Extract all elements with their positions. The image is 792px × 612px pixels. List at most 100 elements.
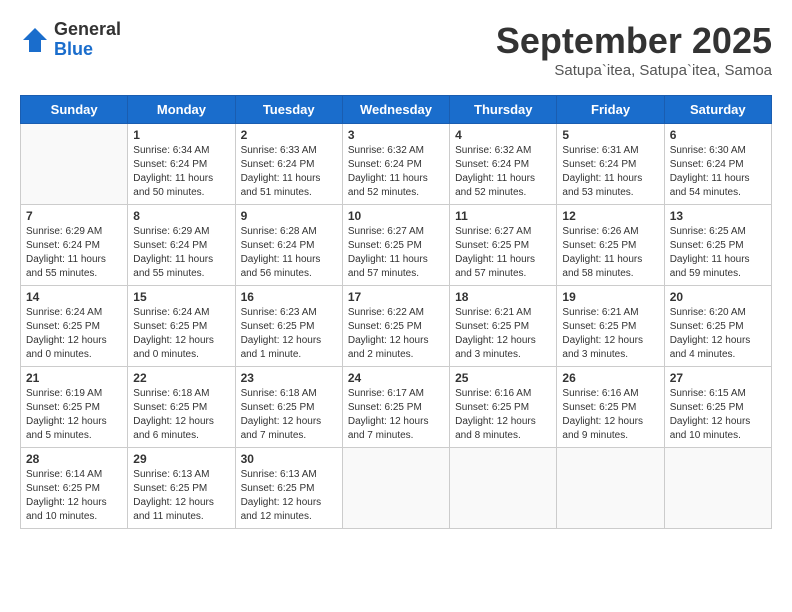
day-number: 17 [348,290,444,304]
calendar-cell: 22 Sunrise: 6:18 AMSunset: 6:25 PMDayligh… [128,367,235,448]
calendar-cell: 21 Sunrise: 6:19 AMSunset: 6:25 PMDayligh… [21,367,128,448]
day-number: 22 [133,371,229,385]
day-info: Sunrise: 6:34 AMSunset: 6:24 PMDaylight:… [133,144,229,200]
day-info: Sunrise: 6:16 AMSunset: 6:25 PMDaylight:… [562,387,658,443]
calendar-subtitle: Satupa`itea, Satupa`itea, Samoa [496,62,772,79]
calendar-cell: 20 Sunrise: 6:20 AMSunset: 6:25 PMDayligh… [664,286,771,367]
calendar-cell: 5 Sunrise: 6:31 AMSunset: 6:24 PMDaylight… [557,124,664,205]
day-number: 7 [26,209,122,223]
calendar-cell: 29Sunrise: 6:13 AMSunset: 6:25 PMDayligh… [128,448,235,529]
day-info: Sunrise: 6:29 AMSunset: 6:24 PMDaylight:… [26,225,122,281]
title-block: September 2025 Satupa`itea, Satupa`itea,… [496,20,772,79]
calendar-week-row: 7 Sunrise: 6:29 AMSunset: 6:24 PMDaylight… [21,205,772,286]
day-number: 8 [133,209,229,223]
day-info: Sunrise: 6:16 AMSunset: 6:25 PMDaylight:… [455,387,551,443]
day-info: Sunrise: 6:30 AMSunset: 6:24 PMDaylight:… [670,144,766,200]
day-number: 18 [455,290,551,304]
calendar-title: September 2025 [496,20,772,62]
day-number: 15 [133,290,229,304]
day-info: Sunrise: 6:24 AMSunset: 6:25 PMDaylight:… [133,306,229,362]
day-info: Sunrise: 6:19 AMSunset: 6:25 PMDaylight:… [26,387,122,443]
calendar-cell: 11 Sunrise: 6:27 AMSunset: 6:25 PMDayligh… [450,205,557,286]
calendar-table: SundayMondayTuesdayWednesdayThursdayFrid… [20,95,772,529]
day-header-wednesday: Wednesday [342,96,449,124]
day-info: Sunrise: 6:13 AMSunset: 6:25 PMDaylight:… [241,468,337,524]
day-info: Sunrise: 6:27 AMSunset: 6:25 PMDaylight:… [348,225,444,281]
calendar-cell: 24 Sunrise: 6:17 AMSunset: 6:25 PMDayligh… [342,367,449,448]
calendar-header-row: SundayMondayTuesdayWednesdayThursdayFrid… [21,96,772,124]
day-info: Sunrise: 6:32 AMSunset: 6:24 PMDaylight:… [455,144,551,200]
day-number: 26 [562,371,658,385]
page-header: General Blue September 2025 Satupa`itea,… [20,20,772,79]
calendar-cell: 10 Sunrise: 6:27 AMSunset: 6:25 PMDayligh… [342,205,449,286]
day-info: Sunrise: 6:31 AMSunset: 6:24 PMDaylight:… [562,144,658,200]
calendar-cell: 23 Sunrise: 6:18 AMSunset: 6:25 PMDayligh… [235,367,342,448]
calendar-cell: 7 Sunrise: 6:29 AMSunset: 6:24 PMDaylight… [21,205,128,286]
day-number: 4 [455,128,551,142]
calendar-week-row: 1 Sunrise: 6:34 AMSunset: 6:24 PMDaylight… [21,124,772,205]
logo-icon [20,25,50,55]
calendar-cell: 3 Sunrise: 6:32 AMSunset: 6:24 PMDaylight… [342,124,449,205]
day-header-saturday: Saturday [664,96,771,124]
day-number: 30 [241,452,337,466]
day-info: Sunrise: 6:15 AMSunset: 6:25 PMDaylight:… [670,387,766,443]
calendar-cell: 13Sunrise: 6:25 AMSunset: 6:25 PMDayligh… [664,205,771,286]
day-info: Sunrise: 6:27 AMSunset: 6:25 PMDaylight:… [455,225,551,281]
day-header-friday: Friday [557,96,664,124]
calendar-cell: 28Sunrise: 6:14 AMSunset: 6:25 PMDayligh… [21,448,128,529]
day-number: 6 [670,128,766,142]
day-number: 19 [562,290,658,304]
day-number: 14 [26,290,122,304]
day-number: 16 [241,290,337,304]
day-info: Sunrise: 6:13 AMSunset: 6:25 PMDaylight:… [133,468,229,524]
calendar-cell: 8 Sunrise: 6:29 AMSunset: 6:24 PMDaylight… [128,205,235,286]
calendar-cell: 12 Sunrise: 6:26 AMSunset: 6:25 PMDayligh… [557,205,664,286]
calendar-cell: 14 Sunrise: 6:24 AMSunset: 6:25 PMDayligh… [21,286,128,367]
day-number: 23 [241,371,337,385]
calendar-week-row: 14 Sunrise: 6:24 AMSunset: 6:25 PMDayligh… [21,286,772,367]
day-info: Sunrise: 6:14 AMSunset: 6:25 PMDaylight:… [26,468,122,524]
day-info: Sunrise: 6:17 AMSunset: 6:25 PMDaylight:… [348,387,444,443]
day-number: 25 [455,371,551,385]
day-number: 1 [133,128,229,142]
day-number: 12 [562,209,658,223]
calendar-cell: 17Sunrise: 6:22 AMSunset: 6:25 PMDayligh… [342,286,449,367]
calendar-cell: 26 Sunrise: 6:16 AMSunset: 6:25 PMDayligh… [557,367,664,448]
day-info: Sunrise: 6:18 AMSunset: 6:25 PMDaylight:… [241,387,337,443]
day-header-monday: Monday [128,96,235,124]
day-info: Sunrise: 6:25 AMSunset: 6:25 PMDaylight:… [670,225,766,281]
logo-blue: Blue [54,40,121,60]
day-info: Sunrise: 6:21 AMSunset: 6:25 PMDaylight:… [455,306,551,362]
day-info: Sunrise: 6:23 AMSunset: 6:25 PMDaylight:… [241,306,337,362]
day-info: Sunrise: 6:18 AMSunset: 6:25 PMDaylight:… [133,387,229,443]
calendar-cell: 16 Sunrise: 6:23 AMSunset: 6:25 PMDayligh… [235,286,342,367]
calendar-cell [21,124,128,205]
day-number: 21 [26,371,122,385]
day-info: Sunrise: 6:24 AMSunset: 6:25 PMDaylight:… [26,306,122,362]
day-number: 3 [348,128,444,142]
day-info: Sunrise: 6:33 AMSunset: 6:24 PMDaylight:… [241,144,337,200]
calendar-cell: 4 Sunrise: 6:32 AMSunset: 6:24 PMDaylight… [450,124,557,205]
day-info: Sunrise: 6:32 AMSunset: 6:24 PMDaylight:… [348,144,444,200]
calendar-cell: 15 Sunrise: 6:24 AMSunset: 6:25 PMDayligh… [128,286,235,367]
logo-text: General Blue [54,20,121,60]
day-number: 27 [670,371,766,385]
day-info: Sunrise: 6:28 AMSunset: 6:24 PMDaylight:… [241,225,337,281]
day-header-tuesday: Tuesday [235,96,342,124]
day-info: Sunrise: 6:26 AMSunset: 6:25 PMDaylight:… [562,225,658,281]
day-number: 20 [670,290,766,304]
day-number: 9 [241,209,337,223]
calendar-cell [342,448,449,529]
calendar-cell: 19 Sunrise: 6:21 AMSunset: 6:25 PMDayligh… [557,286,664,367]
calendar-cell: 2Sunrise: 6:33 AMSunset: 6:24 PMDaylight… [235,124,342,205]
day-number: 10 [348,209,444,223]
day-info: Sunrise: 6:29 AMSunset: 6:24 PMDaylight:… [133,225,229,281]
day-info: Sunrise: 6:20 AMSunset: 6:25 PMDaylight:… [670,306,766,362]
calendar-week-row: 21 Sunrise: 6:19 AMSunset: 6:25 PMDayligh… [21,367,772,448]
calendar-week-row: 28Sunrise: 6:14 AMSunset: 6:25 PMDayligh… [21,448,772,529]
day-info: Sunrise: 6:21 AMSunset: 6:25 PMDaylight:… [562,306,658,362]
calendar-cell [450,448,557,529]
day-number: 5 [562,128,658,142]
day-number: 11 [455,209,551,223]
day-number: 24 [348,371,444,385]
